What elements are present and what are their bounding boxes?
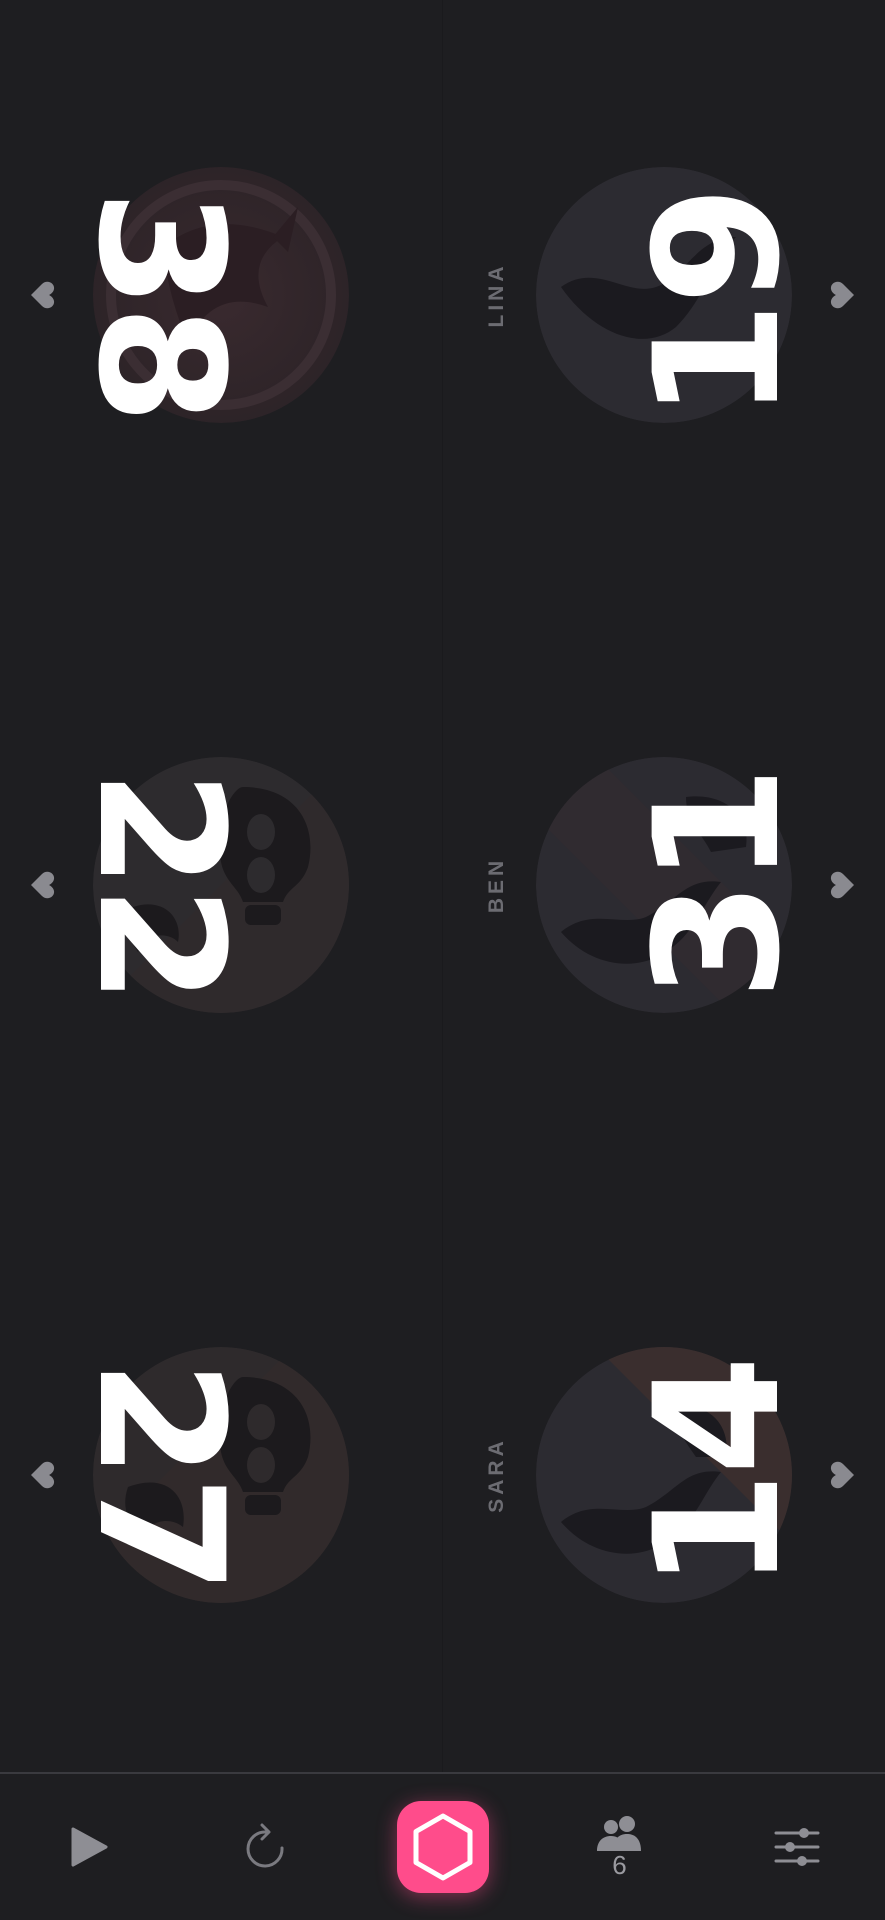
player-name[interactable]: BEN	[485, 825, 509, 945]
play-button[interactable]	[0, 1774, 177, 1920]
reset-button[interactable]	[177, 1774, 354, 1920]
settings-button[interactable]	[708, 1774, 885, 1920]
player-panel-4[interactable]: 31 BEN	[443, 590, 885, 1180]
heart-icon	[827, 1460, 857, 1490]
hexagon-icon	[413, 1813, 472, 1881]
player-panel-1[interactable]: 38	[0, 0, 442, 590]
heart-icon	[827, 280, 857, 310]
heart-icon	[28, 1460, 58, 1490]
player-name[interactable]: SARA	[485, 1415, 509, 1535]
players-button[interactable]: 6	[531, 1774, 708, 1920]
life-counter-app: 38 22 27 19 LINA 31 BEN 14 SARA 6	[0, 0, 885, 1920]
life-total[interactable]: 38	[60, 95, 261, 515]
heart-icon	[28, 280, 58, 310]
heart-icon	[28, 870, 58, 900]
life-total[interactable]: 19	[617, 95, 818, 515]
player-panel-6[interactable]: 14 SARA	[443, 1180, 885, 1770]
sliders-icon	[774, 1828, 819, 1866]
life-total[interactable]: 31	[617, 675, 818, 1095]
player-name[interactable]: LINA	[485, 235, 509, 355]
player-count: 6	[612, 1850, 627, 1880]
people-icon	[596, 1816, 641, 1851]
left-player-column: 38 22 27	[0, 0, 442, 1772]
play-icon	[71, 1827, 107, 1867]
main-menu-button[interactable]	[354, 1774, 531, 1920]
player-panel-3[interactable]: 22	[0, 590, 442, 1180]
bottom-toolbar: 6	[0, 1772, 885, 1920]
hexagon-button[interactable]	[396, 1801, 489, 1893]
heart-icon	[827, 870, 857, 900]
life-total[interactable]: 14	[617, 1265, 818, 1685]
player-panel-2[interactable]: 19 LINA	[443, 0, 885, 590]
right-player-column: 19 LINA 31 BEN 14 SARA	[443, 0, 885, 1772]
life-total[interactable]: 27	[60, 1265, 261, 1685]
players-grid: 38 22 27 19 LINA 31 BEN 14 SARA	[0, 0, 885, 1772]
refresh-icon	[246, 1823, 284, 1868]
player-panel-5[interactable]: 27	[0, 1180, 442, 1770]
life-total[interactable]: 22	[60, 675, 261, 1095]
